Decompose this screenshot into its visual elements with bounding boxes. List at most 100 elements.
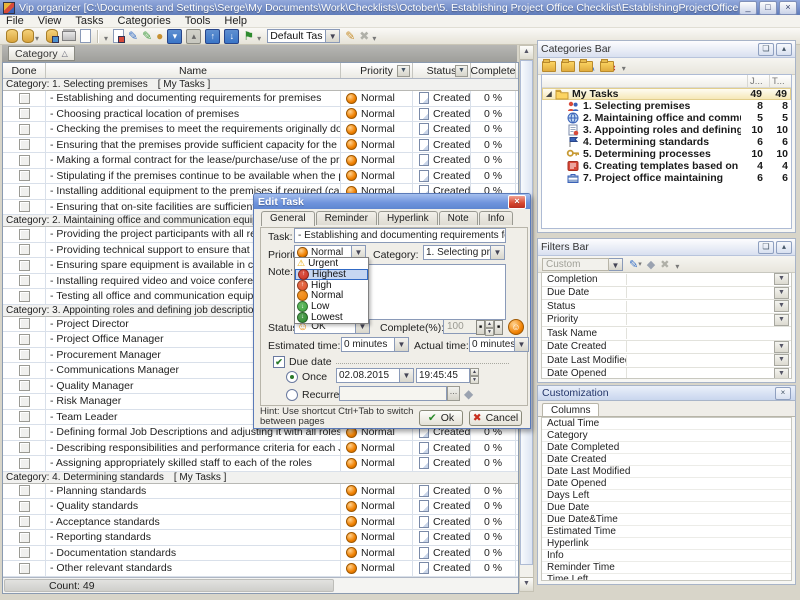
close-panel-icon[interactable]: × bbox=[775, 387, 791, 400]
delete-filter-icon[interactable]: ✖ bbox=[660, 258, 669, 271]
due-date-picker[interactable]: 02.08.2015 ▼ bbox=[336, 368, 414, 383]
print-icon[interactable] bbox=[62, 29, 76, 43]
complete-smiley-icon[interactable]: ☺ bbox=[508, 319, 524, 335]
clear-filter-icon[interactable]: ◆ bbox=[647, 258, 655, 271]
tree-item[interactable]: 3. Appointing roles and defining job des… bbox=[542, 124, 791, 136]
task-row[interactable]: - Reporting standardsNormalCreated0 % bbox=[3, 530, 518, 546]
chevron-down-icon[interactable]: ▼ bbox=[395, 337, 409, 352]
complete-spinner[interactable]: ▲▼ bbox=[485, 320, 494, 335]
move-up-task-icon[interactable]: ↑ bbox=[205, 29, 220, 43]
view-task-icon[interactable]: ● bbox=[156, 29, 163, 43]
chevron-down-icon[interactable]: ▼ bbox=[774, 354, 789, 366]
task-row[interactable]: - Planning standardsNormalCreated0 % bbox=[3, 484, 518, 500]
float-panel-icon[interactable]: ❏ bbox=[758, 241, 774, 254]
toolbar-overflow-2-icon[interactable]: ▾ bbox=[257, 34, 261, 43]
task-checkbox[interactable] bbox=[19, 186, 30, 197]
task-checkbox[interactable] bbox=[19, 139, 30, 150]
customize-filter-icon[interactable]: ✎▾ bbox=[629, 258, 642, 271]
column-item[interactable]: Date Opened bbox=[542, 478, 791, 490]
task-checkbox[interactable] bbox=[19, 396, 30, 407]
chevron-down-icon[interactable]: ▼ bbox=[774, 368, 789, 379]
task-row[interactable]: - Acceptance standardsNormalCreated0 % bbox=[3, 515, 518, 531]
apply-default-task-icon[interactable]: ✎ bbox=[345, 29, 355, 43]
task-checkbox[interactable] bbox=[19, 532, 30, 543]
time-spinner[interactable]: ▲▼ bbox=[470, 368, 479, 383]
move-down-task-icon[interactable]: ↓ bbox=[224, 29, 239, 43]
column-item[interactable]: Actual Time bbox=[542, 418, 791, 430]
column-item[interactable]: Estimated Time bbox=[542, 526, 791, 538]
column-t[interactable]: T... bbox=[769, 75, 791, 87]
toolbar-overflow-1-icon[interactable]: ▾ bbox=[104, 34, 108, 43]
chevron-down-icon[interactable]: ▾ bbox=[35, 34, 39, 43]
group-by-category-button[interactable]: Category △ bbox=[8, 46, 75, 61]
filter-row[interactable]: Completion▼ bbox=[542, 273, 791, 287]
column-header-status[interactable]: Status▼ bbox=[413, 63, 471, 78]
column-item[interactable]: Due Date bbox=[542, 502, 791, 514]
step-up-icon[interactable]: ■ bbox=[494, 320, 503, 335]
column-header-name[interactable]: Name bbox=[46, 63, 341, 78]
priority-option-urgent[interactable]: ⚠Urgent bbox=[295, 258, 368, 269]
task-checkbox[interactable] bbox=[19, 411, 30, 422]
due-date-checkbox[interactable]: ✔ bbox=[273, 356, 285, 368]
column-item[interactable]: Due Date&Time bbox=[542, 514, 791, 526]
task-row[interactable]: - Checking the premises to meet the requ… bbox=[3, 122, 518, 138]
collapse-panel-icon[interactable]: ▴ bbox=[776, 43, 792, 56]
column-j[interactable]: J... bbox=[747, 75, 769, 87]
delete-category-icon[interactable]: ✖ bbox=[600, 60, 616, 73]
task-checkbox[interactable] bbox=[19, 229, 30, 240]
chevron-down-icon[interactable]: ▼ bbox=[609, 258, 623, 271]
uncomplete-task-icon[interactable]: ▴ bbox=[186, 29, 201, 43]
task-checkbox[interactable] bbox=[19, 201, 30, 212]
close-button[interactable]: × bbox=[779, 1, 797, 15]
task-checkbox[interactable] bbox=[19, 349, 30, 360]
tree-item[interactable]: 6. Creating templates based on PO phases… bbox=[542, 160, 791, 172]
category-group-row[interactable]: Category: 4. Determining standards[ My T… bbox=[3, 472, 518, 484]
task-checkbox[interactable] bbox=[19, 334, 30, 345]
clear-default-task-icon[interactable]: ✖ bbox=[359, 29, 369, 43]
task-checkbox[interactable] bbox=[19, 291, 30, 302]
menu-tasks[interactable]: Tasks bbox=[75, 15, 103, 27]
column-item[interactable]: Reminder Time bbox=[542, 562, 791, 574]
ok-button[interactable]: ✔ Ok bbox=[419, 410, 463, 426]
dialog-tab-general[interactable]: General bbox=[261, 211, 315, 226]
column-header-done[interactable]: Done bbox=[3, 63, 46, 78]
filter-preset-combo[interactable]: Custom ▼ bbox=[542, 258, 623, 271]
step-down-icon[interactable]: ■ bbox=[476, 320, 485, 335]
filter-row[interactable]: Priority▼ bbox=[542, 314, 791, 328]
task-input[interactable]: - Establishing and documenting requireme… bbox=[294, 228, 506, 243]
collapse-panel-icon[interactable]: ▴ bbox=[776, 241, 792, 254]
menu-view[interactable]: View bbox=[38, 15, 62, 27]
task-checkbox[interactable] bbox=[19, 427, 30, 438]
default-task-combo[interactable]: Default Tas▼ bbox=[267, 29, 340, 43]
expander-icon[interactable]: ◢ bbox=[543, 90, 555, 98]
filter-dropdown-icon[interactable]: ▼ bbox=[397, 65, 410, 77]
column-item[interactable]: Date Completed bbox=[542, 442, 791, 454]
task-checkbox[interactable] bbox=[19, 547, 30, 558]
due-time-picker[interactable]: 19:45:45 ▲▼ bbox=[416, 368, 479, 383]
task-checkbox[interactable] bbox=[19, 170, 30, 181]
task-checkbox[interactable] bbox=[19, 108, 30, 119]
once-radio[interactable] bbox=[286, 371, 298, 383]
category-group-row[interactable]: Category: 1. Selecting premises[ My Task… bbox=[3, 79, 518, 91]
recurrence-ellipsis-icon[interactable]: … bbox=[447, 386, 460, 401]
open-database-icon[interactable]: ▾ bbox=[22, 29, 42, 43]
tab-columns[interactable]: Columns bbox=[542, 403, 599, 416]
recurrence-input[interactable] bbox=[339, 386, 447, 401]
column-item[interactable]: Hyperlink bbox=[542, 538, 791, 550]
filter-row[interactable]: Date Last Modified▼ bbox=[542, 354, 791, 368]
recurrence-radio[interactable] bbox=[286, 389, 298, 401]
task-row[interactable]: - Making a formal contract for the lease… bbox=[3, 153, 518, 169]
column-item[interactable]: Category bbox=[542, 430, 791, 442]
task-checkbox[interactable] bbox=[19, 124, 30, 135]
task-row[interactable]: - Choosing practical location of premise… bbox=[3, 107, 518, 123]
task-checkbox[interactable] bbox=[19, 318, 30, 329]
duplicate-task-icon[interactable]: ✎ bbox=[142, 29, 152, 43]
save-database-icon[interactable] bbox=[46, 29, 58, 43]
priority-option-low[interactable]: ↓Low bbox=[295, 301, 368, 312]
cancel-button[interactable]: ✖ Cancel bbox=[469, 410, 522, 426]
column-item[interactable]: Time Left bbox=[542, 574, 791, 581]
menu-tools[interactable]: Tools bbox=[185, 15, 211, 27]
column-header-complete[interactable]: Complete bbox=[471, 63, 516, 78]
dialog-close-icon[interactable]: × bbox=[508, 195, 526, 209]
edit-category-icon[interactable]: ✎ bbox=[579, 60, 595, 73]
